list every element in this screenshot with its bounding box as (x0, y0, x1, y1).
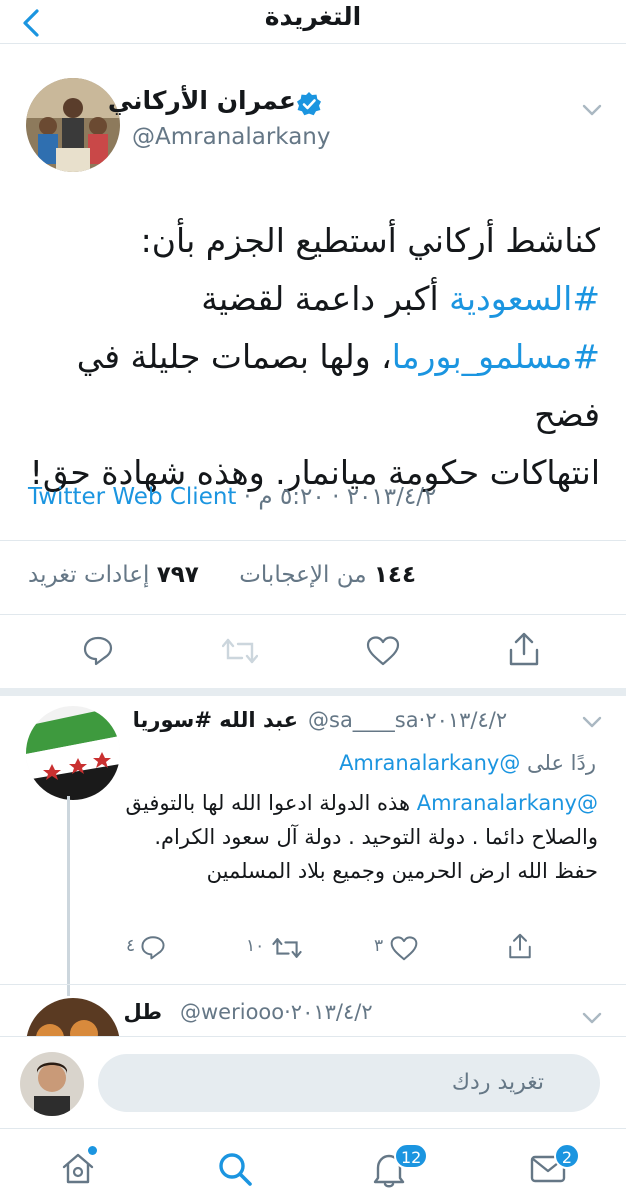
reply-icon (141, 936, 165, 960)
divider (0, 984, 626, 985)
retweet-button[interactable] (222, 636, 258, 666)
reply-menu-button[interactable] (580, 714, 604, 730)
meta-separator: · (243, 484, 252, 510)
retweets-label: إعادات تغريد (28, 562, 150, 588)
hashtag-link[interactable]: #مسلمو_بورما (392, 337, 600, 376)
caret-down-icon (582, 1012, 602, 1024)
reply-date: ٢٠١٣/٤/٢ (425, 708, 508, 732)
page-title: التغريدة (264, 2, 362, 31)
share-button[interactable] (508, 632, 540, 666)
like-icon (390, 936, 418, 961)
reply-date: ٢٠١٣/٤/٢ (290, 1000, 373, 1024)
tab-search[interactable] (216, 1150, 254, 1188)
tweet-text: كناشط أركاني أستطيع الجزم بأن: #السعودية… (20, 212, 600, 502)
tweet-meta: Twitter Web Client · ٢٠١٣/٤/٢ · ٥:٢٠ م (28, 484, 436, 510)
reply-handle[interactable]: @weriooo (180, 1000, 284, 1024)
home-new-dot (88, 1146, 97, 1155)
search-icon (219, 1153, 252, 1186)
replying-to-handle[interactable]: @Amranalarkany (339, 751, 520, 775)
author-name[interactable]: عمران الأركاني (108, 86, 296, 115)
reply-count: ٤ (126, 936, 136, 956)
caret-down-icon (582, 104, 602, 116)
reply-menu-button[interactable] (580, 1010, 604, 1026)
reply-handle[interactable]: @sa____sa (308, 708, 419, 732)
reply-author-name[interactable]: طل (123, 1000, 162, 1024)
tweet-date: ٢٠١٣/٤/٢ (346, 484, 437, 510)
reply-retweet-button[interactable] (272, 936, 302, 960)
author-handle[interactable]: @Amranalarkany (132, 124, 331, 150)
reply-handle-line: @sa____sa·٢٠١٣/٤/٢ (308, 708, 508, 732)
hashtag-link[interactable]: #السعودية (449, 279, 600, 318)
reply-like-button[interactable] (390, 936, 418, 961)
reply-author-name[interactable]: عبد الله #سوريا (133, 708, 298, 732)
reply-button[interactable] (82, 634, 114, 666)
retweet-icon (222, 638, 258, 664)
reply-icon (83, 636, 113, 666)
retweet-icon (272, 938, 302, 958)
like-button[interactable] (366, 636, 400, 666)
thread-connector (67, 796, 70, 996)
like-count: ٣ (374, 936, 384, 956)
tweet-line: #مسلمو_بورما، ولها بصمات جليلة في فضح (76, 337, 600, 434)
messages-badge: 2 (554, 1143, 580, 1169)
reply-avatar[interactable] (26, 706, 120, 800)
tab-home[interactable] (60, 1150, 96, 1186)
tweet-line: #السعودية أكبر داعمة لقضية (201, 279, 600, 318)
tweet-time: ٥:٢٠ م (258, 484, 325, 510)
caret-down-icon (582, 716, 602, 728)
verified-badge-icon (296, 91, 322, 117)
likes-label: من الإعجابات (239, 562, 367, 588)
client-link[interactable]: Twitter Web Client (28, 484, 236, 510)
retweets-count: ٧٩٧ (156, 562, 199, 588)
replying-to-label: ردًا على (527, 751, 596, 775)
author-avatar[interactable] (26, 78, 120, 172)
share-icon (509, 632, 539, 666)
meta-separator: · (332, 484, 340, 510)
tweet-menu-button[interactable] (580, 102, 604, 118)
home-icon (62, 1153, 94, 1184)
reply-handle-line: @weriooo·٢٠١٣/٤/٢ (180, 1000, 373, 1024)
reply-reply-button[interactable] (140, 934, 166, 960)
divider (0, 688, 626, 696)
replying-to-line: ردًا على @Amranalarkany (126, 746, 596, 780)
like-icon (366, 636, 400, 666)
mention-link[interactable]: @Amranalarkany (417, 791, 598, 815)
tweet-line: كناشط أركاني أستطيع الجزم بأن: (140, 221, 600, 260)
retweets-stat[interactable]: ٧٩٧ إعادات تغريد (28, 562, 199, 588)
likes-stat[interactable]: ١٤٤ من الإعجابات (239, 562, 416, 588)
current-user-avatar[interactable] (20, 1052, 84, 1116)
reply-text: @Amranalarkany هذه الدولة ادعوا الله لها… (125, 791, 598, 883)
likes-count: ١٤٤ (373, 562, 416, 588)
divider (0, 614, 626, 615)
divider (0, 540, 626, 541)
share-icon (509, 933, 531, 959)
reply-input[interactable]: تغريد ردك (98, 1054, 600, 1112)
top-bar: التغريدة (0, 0, 626, 44)
notifications-badge: 12 (394, 1143, 429, 1169)
reply-share-button[interactable] (508, 932, 532, 960)
retweet-count: ١٠ (246, 936, 265, 956)
